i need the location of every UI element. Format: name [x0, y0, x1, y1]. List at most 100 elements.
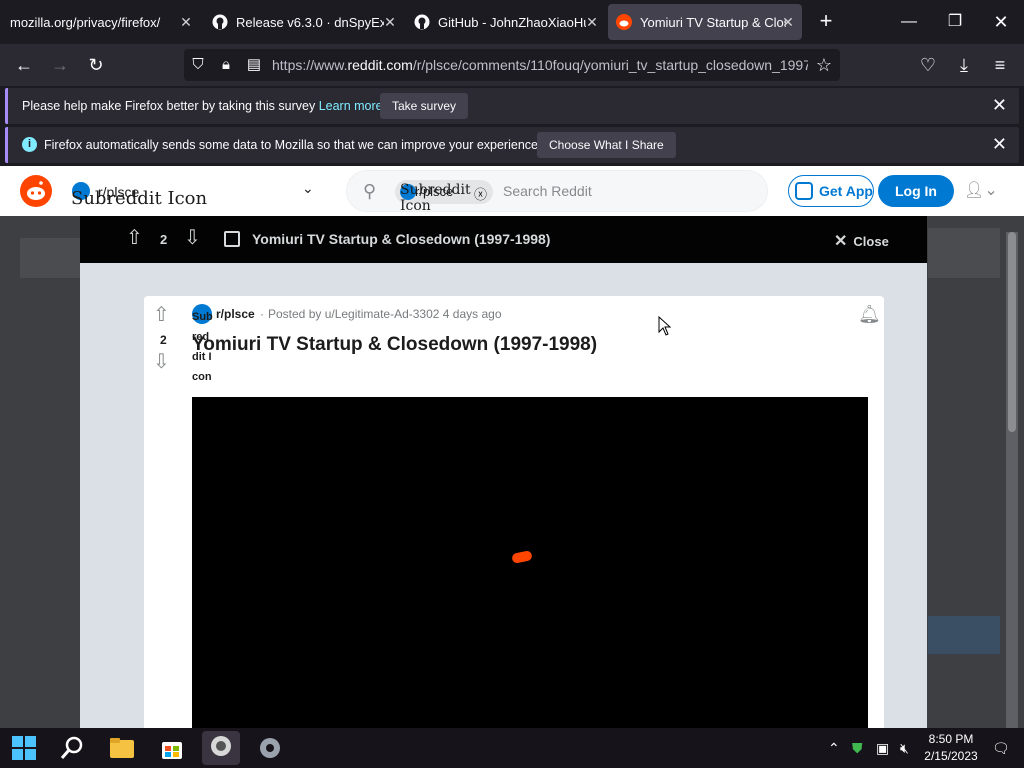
url-bar[interactable]: ⛉ 🔒︎ ▤ https://www.reddit.com/r/plsce/co…	[184, 49, 840, 81]
url-path: /r/plsce/comments/110fouq/yomiuri_tv_sta…	[412, 57, 808, 73]
close-icon[interactable]: ✕	[178, 14, 194, 30]
loading-spinner-icon	[511, 550, 533, 564]
chevron-down-icon[interactable]: ⌄	[302, 180, 314, 197]
sidebar-card	[928, 228, 1000, 278]
menu-icon[interactable]: ≡	[988, 53, 1012, 77]
search-icon[interactable]	[58, 734, 86, 762]
shield-icon[interactable]: ⛉	[188, 55, 208, 75]
reddit-header: r/plsce Subreddit Icon ⌄ ⚲ r/plsce Subre…	[0, 166, 1024, 216]
post-card: ⇧ 2 ⇩ Subreddit Icon r/plsce · Posted by …	[144, 296, 884, 728]
pocket-icon[interactable]: ♡	[916, 53, 940, 77]
post-subreddit-link[interactable]: r/plsce	[216, 307, 255, 321]
search-input[interactable]: Search Reddit	[503, 183, 592, 199]
choose-what-i-share-button[interactable]: Choose What I Share	[537, 132, 676, 158]
search-subreddit-chip[interactable]: r/plsce Subreddit Icon ⓧ	[395, 180, 493, 214]
reddit-logo[interactable]	[20, 175, 52, 207]
chip-icon-alt: Subreddit Icon	[400, 182, 471, 214]
upvote-icon[interactable]: ⇧	[153, 305, 170, 325]
display-icon[interactable]: ▣	[876, 740, 889, 757]
close-icon: ✕	[834, 233, 848, 250]
file-explorer-icon[interactable]	[108, 734, 136, 762]
microsoft-store-icon[interactable]	[158, 734, 186, 762]
taskbar-active-app[interactable]	[202, 731, 240, 765]
get-app-label: Get App	[819, 183, 873, 199]
volume-muted-icon[interactable]: 🔇︎	[900, 740, 909, 757]
data-notification: i Firefox automatically sends some data …	[5, 127, 1019, 163]
clock-time: 8:50 PM	[928, 732, 974, 746]
search-icon: ⚲	[363, 181, 377, 201]
get-app-button[interactable]: Get App	[788, 175, 874, 207]
back-button[interactable]: ←	[12, 53, 36, 77]
post-modal-header: ⇧ 2 ⇩ Yomiuri TV Startup & Closedown (19…	[80, 216, 927, 263]
chevron-up-icon[interactable]: ⌃	[828, 740, 840, 757]
clear-chip-icon[interactable]: ⓧ	[474, 184, 487, 203]
clock-date: 2/15/2023	[924, 749, 978, 763]
info-icon: i	[22, 137, 37, 152]
navigation-toolbar: ← → ↻ ⛉ 🔒︎ ▤ https://www.reddit.com/r/pl…	[0, 44, 1024, 86]
post-meta: · Posted by u/Legitimate-Ad-3302 4 days a…	[260, 307, 502, 321]
tab-title: mozilla.org/privacy/firefox/	[10, 14, 161, 30]
settings-gear-icon[interactable]	[256, 734, 284, 762]
tab-title: Release v6.3.0 · dnSpyEx/dnSpy	[236, 14, 384, 30]
sidebar-button	[928, 616, 1000, 654]
post-title: Yomiuri TV Startup & Closedown (1997-199…	[192, 334, 598, 355]
tab-title: GitHub - JohnZhaoXiaoHu/dnSpy	[438, 14, 586, 30]
post-age: 4 days ago	[442, 307, 502, 321]
windows-start-icon[interactable]	[10, 734, 38, 762]
downvote-icon[interactable]: ⇩	[184, 227, 201, 249]
tab-title: Yomiuri TV Startup & Closedown (1997-199…	[640, 14, 786, 30]
downloads-icon[interactable]: ⤓	[952, 53, 976, 77]
maximize-button[interactable]: ❐	[940, 8, 970, 36]
video-player[interactable]	[192, 397, 868, 728]
close-icon[interactable]: ✕	[382, 14, 398, 30]
modal-title: Yomiuri TV Startup & Closedown (1997-199…	[252, 231, 551, 247]
windows-taskbar: ⌃ ⛊ ▣ 🔇︎ 8:50 PM 2/15/2023 🗨︎	[0, 728, 1024, 768]
tab-dnspy-release[interactable]: Release v6.3.0 · dnSpyEx/dnSpy ✕	[204, 4, 404, 40]
scrollbar[interactable]	[1006, 232, 1018, 732]
tab-mozilla-privacy[interactable]: mozilla.org/privacy/firefox/ ✕	[0, 4, 200, 40]
system-clock[interactable]: 8:50 PM 2/15/2023	[922, 731, 980, 765]
new-tab-button[interactable]: +	[814, 10, 838, 34]
window-close-button[interactable]: ✕	[986, 8, 1016, 36]
bookmark-star-icon[interactable]: ☆	[814, 55, 834, 75]
scrollbar-thumb[interactable]	[1008, 232, 1016, 432]
subreddit-icon-alt: Subreddit Icon	[71, 188, 208, 209]
url-prefix: https://www.	[272, 57, 348, 73]
forward-button[interactable]: →	[48, 53, 72, 77]
data-text: Firefox automatically sends some data to…	[44, 138, 542, 152]
close-icon[interactable]: ✕	[780, 14, 796, 30]
upvote-icon[interactable]: ⇧	[126, 227, 143, 249]
take-survey-button[interactable]: Take survey	[380, 93, 469, 119]
reddit-alien-icon	[27, 181, 45, 200]
github-icon	[212, 14, 228, 30]
search-bar[interactable]: ⚲ r/plsce Subreddit Icon ⓧ Search Reddit	[346, 170, 768, 214]
user-menu-icon[interactable]: 👤︎⌄	[964, 180, 998, 200]
log-in-button[interactable]: Log In	[878, 175, 954, 207]
downvote-icon[interactable]: ⇩	[153, 352, 170, 372]
close-label: Close	[853, 234, 889, 249]
learn-more-link[interactable]: Learn more	[319, 99, 383, 113]
close-icon[interactable]: ✕	[992, 96, 1007, 114]
minimize-button[interactable]: —	[894, 8, 924, 36]
notification-bell-icon[interactable]: 🔔︎	[858, 304, 881, 325]
posted-by[interactable]: Posted by u/Legitimate-Ad-3302	[268, 307, 439, 321]
lock-icon[interactable]: 🔒︎	[216, 55, 236, 75]
survey-notification: Please help make Firefox better by takin…	[5, 88, 1019, 124]
permissions-icon[interactable]: ▤	[244, 55, 264, 75]
tab-github-dnspy[interactable]: GitHub - JohnZhaoXiaoHu/dnSpy ✕	[406, 4, 606, 40]
url-domain: reddit.com	[347, 57, 413, 73]
meta-separator: ·	[260, 307, 264, 321]
notifications-icon[interactable]: 🗨︎	[992, 740, 1010, 757]
tab-strip: mozilla.org/privacy/firefox/ ✕ Release v…	[0, 0, 1024, 44]
url-text[interactable]: https://www.reddit.com/r/plsce/comments/…	[272, 57, 808, 73]
post-vote-count: 2	[160, 333, 167, 347]
github-icon	[414, 14, 430, 30]
defender-shield-icon[interactable]: ⛊	[852, 740, 863, 757]
reload-button[interactable]: ↻	[84, 53, 108, 77]
close-modal-button[interactable]: ✕ Close	[834, 231, 889, 251]
tab-reddit-yomiuri[interactable]: Yomiuri TV Startup & Closedown (1997-199…	[608, 4, 802, 40]
close-icon[interactable]: ✕	[992, 135, 1007, 153]
modal-vote-count: 2	[160, 232, 168, 247]
close-icon[interactable]: ✕	[584, 14, 600, 30]
survey-message: Please help make Firefox better by takin…	[22, 99, 316, 113]
